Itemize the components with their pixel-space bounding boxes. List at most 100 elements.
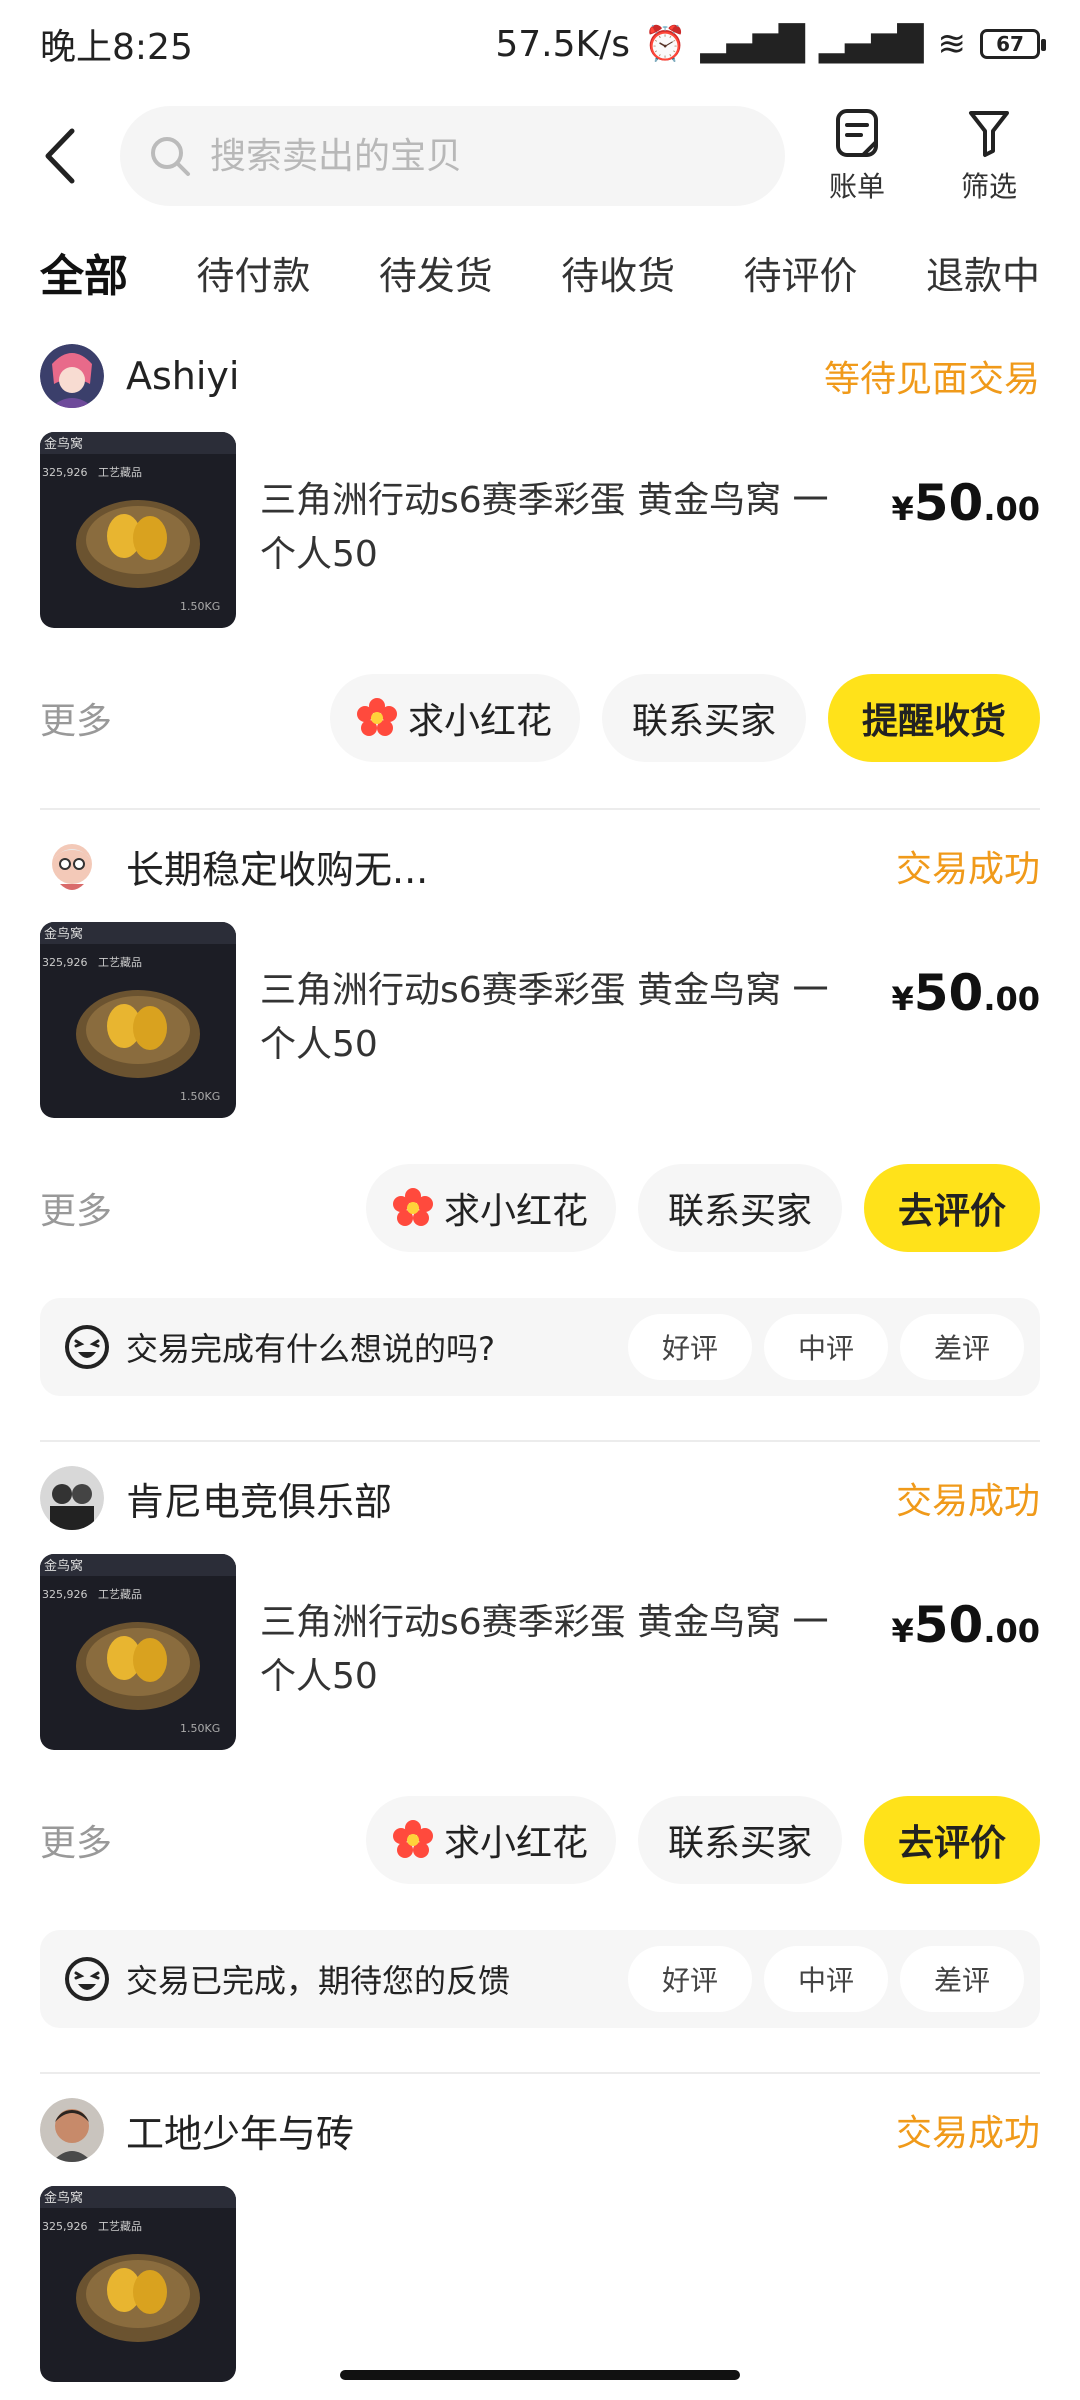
contact-buyer-button[interactable]: 联系买家 (637, 1796, 842, 1884)
search-box[interactable] (120, 106, 785, 206)
status-bar: 晚上8:25 57.5K/s ⏰ ▂▄▆█ ▂▄▆█ ≋ 67 (0, 0, 1080, 88)
thumb-label-top: 金鸟窝 (44, 436, 83, 452)
ask-flower-label: 求小红花 (407, 701, 552, 742)
tab-label: 待收货 (561, 253, 676, 298)
sold-orders-page: 晚上8:25 57.5K/s ⏰ ▂▄▆█ ▂▄▆█ ≋ 67 账单 筛选 全部 (0, 0, 1080, 2400)
rating-neutral-button[interactable]: 中评 (764, 1314, 888, 1380)
seller-name: 肯尼电竞俱乐部 (126, 1479, 393, 1524)
price-decimal: .00 (983, 490, 1040, 528)
thumb-label-top: 金鸟窝 (44, 1558, 83, 1574)
item-price: ¥50.00 (891, 964, 1040, 1022)
order-card[interactable]: Ashiyi 等待见面交易 金鸟窝 325,926 工艺藏品 1.50KG 三角… (0, 320, 1080, 808)
item-price: ¥50.00 (891, 1596, 1040, 1654)
seller-info[interactable]: 肯尼电竞俱乐部 (40, 1466, 392, 1530)
tab-label: 待评价 (743, 253, 858, 298)
chevron-left-icon (45, 128, 75, 184)
rating-options: 好评 中评 差评 (628, 1314, 1024, 1380)
item-title: 三角洲行动s6赛季彩蛋 黄金鸟窝 一个人50 (260, 1602, 829, 1697)
contact-buyer-button[interactable]: 联系买家 (601, 674, 806, 762)
remind-receipt-button[interactable]: 提醒收货 (827, 674, 1040, 762)
price-decimal: .00 (983, 980, 1040, 1018)
tab-pending-receipt[interactable]: 待收货 (561, 245, 675, 300)
ask-flower-label: 求小红花 (443, 1191, 588, 1232)
contact-buyer-button[interactable]: 联系买家 (637, 1164, 842, 1252)
tab-pending-shipment[interactable]: 待发货 (379, 245, 493, 300)
tab-pending-payment[interactable]: 待付款 (196, 245, 310, 300)
seller-name: 工地少年与砖 (126, 2111, 355, 2156)
order-card[interactable]: 工地少年与砖 交易成功 金鸟窝 325,926 工艺藏品 (0, 2074, 1080, 2382)
thumb-label-id: 325,926 (42, 1588, 88, 1601)
search-icon (151, 137, 190, 176)
thumb-label-tag: 工艺藏品 (98, 2220, 142, 2233)
ask-flower-button[interactable]: 求小红花 (365, 1796, 616, 1884)
search-input[interactable] (210, 135, 730, 177)
item-row[interactable]: 金鸟窝 325,926 工艺藏品 1.50KG 三角洲行动s6赛季彩蛋 黄金鸟窝… (40, 1554, 1040, 1750)
rating-good-button[interactable]: 好评 (628, 1314, 752, 1380)
laughing-face-icon (65, 1325, 109, 1369)
tab-label: 待发货 (378, 253, 493, 298)
more-button[interactable]: 更多 (40, 1182, 112, 1234)
thumb-label-weight: 1.50KG (180, 1090, 220, 1103)
tab-refunding[interactable]: 退款中 (926, 245, 1040, 300)
review-button[interactable]: 去评价 (863, 1796, 1040, 1884)
rating-neutral-button[interactable]: 中评 (764, 1946, 888, 2012)
battery-icon: 67 (980, 29, 1046, 59)
order-header: 肯尼电竞俱乐部 交易成功 (40, 1442, 1040, 1554)
action-buttons: 求小红花 联系买家 去评价 (365, 1164, 1040, 1252)
price-symbol: ¥ (891, 980, 914, 1018)
seller-info[interactable]: 工地少年与砖 (40, 2098, 354, 2162)
avatar (40, 834, 104, 898)
feedback-prompt: 交易完成有什么想说的吗? (126, 1330, 495, 1368)
order-actions: 更多 求小红花 联系买家 提醒收货 (40, 628, 1040, 808)
order-actions: 更多 求小红花 联系买家 去评价 (40, 1118, 1040, 1298)
rating-bad-button[interactable]: 差评 (900, 1946, 1024, 2012)
more-button[interactable]: 更多 (40, 1814, 112, 1866)
filter-button[interactable]: 筛选 (929, 107, 1049, 205)
laughing-face-icon (65, 1957, 109, 2001)
back-button[interactable] (40, 116, 100, 196)
item-row[interactable]: 金鸟窝 325,926 工艺藏品 1.50KG 三角洲行动s6赛季彩蛋 黄金鸟窝… (40, 922, 1040, 1118)
filter-label: 筛选 (960, 170, 1017, 203)
alarm-icon: ⏰ (643, 24, 687, 64)
ask-flower-button[interactable]: 求小红花 (365, 1164, 616, 1252)
order-status: 交易成功 (895, 2113, 1040, 2154)
action-buttons: 求小红花 联系买家 去评价 (365, 1796, 1040, 1884)
price-decimal: .00 (983, 1612, 1040, 1650)
thumb-label-id: 325,926 (42, 466, 88, 479)
rating-bad-button[interactable]: 差评 (900, 1314, 1024, 1380)
ask-flower-button[interactable]: 求小红花 (329, 674, 580, 762)
thumb-label-tag: 工艺藏品 (98, 466, 142, 479)
item-thumbnail: 金鸟窝 325,926 工艺藏品 1.50KG (40, 1554, 236, 1750)
seller-info[interactable]: 长期稳定收购无... (40, 834, 428, 898)
order-status: 交易成功 (895, 849, 1040, 890)
tab-pending-review[interactable]: 待评价 (744, 245, 858, 300)
flower-icon (356, 698, 397, 736)
price-integer: 50 (913, 964, 984, 1022)
status-icons: 57.5K/s ⏰ ▂▄▆█ ▂▄▆█ ≋ 67 (495, 24, 1046, 65)
review-button[interactable]: 去评价 (863, 1164, 1040, 1252)
order-header: Ashiyi 等待见面交易 (40, 320, 1040, 432)
action-buttons: 求小红花 联系买家 提醒收货 (329, 674, 1040, 762)
filter-icon (969, 111, 1009, 157)
tab-all[interactable]: 全部 (40, 240, 128, 304)
item-row[interactable]: 金鸟窝 325,926 工艺藏品 1.50KG 三角洲行动s6赛季彩蛋 黄金鸟窝… (40, 432, 1040, 628)
flower-icon (392, 1820, 433, 1858)
item-row[interactable]: 金鸟窝 325,926 工艺藏品 (40, 2186, 1040, 2382)
order-card[interactable]: 肯尼电竞俱乐部 交易成功 金鸟窝 325,926 工艺藏品 1.50KG 三角洲… (0, 1442, 1080, 2072)
feedback-bar: 交易完成有什么想说的吗? 好评 中评 差评 (40, 1298, 1040, 1396)
thumb-label-weight: 1.50KG (180, 600, 220, 613)
order-header: 工地少年与砖 交易成功 (40, 2074, 1040, 2186)
item-thumbnail: 金鸟窝 325,926 工艺藏品 1.50KG (40, 432, 236, 628)
rating-good-button[interactable]: 好评 (628, 1946, 752, 2012)
home-indicator[interactable] (340, 2370, 740, 2380)
order-header: 长期稳定收购无... 交易成功 (40, 810, 1040, 922)
order-card[interactable]: 长期稳定收购无... 交易成功 金鸟窝 325,926 工艺藏品 1.50KG … (0, 810, 1080, 1440)
order-tabs: 全部 待付款 待发货 待收货 待评价 退款中 (0, 224, 1080, 320)
price-symbol: ¥ (891, 490, 914, 528)
seller-name: Ashiyi (126, 354, 240, 398)
more-button[interactable]: 更多 (40, 692, 112, 744)
seller-info[interactable]: Ashiyi (40, 344, 239, 408)
feedback-bar: 交易已完成，期待您的反馈 好评 中评 差评 (40, 1930, 1040, 2028)
bill-button[interactable]: 账单 (797, 107, 917, 205)
